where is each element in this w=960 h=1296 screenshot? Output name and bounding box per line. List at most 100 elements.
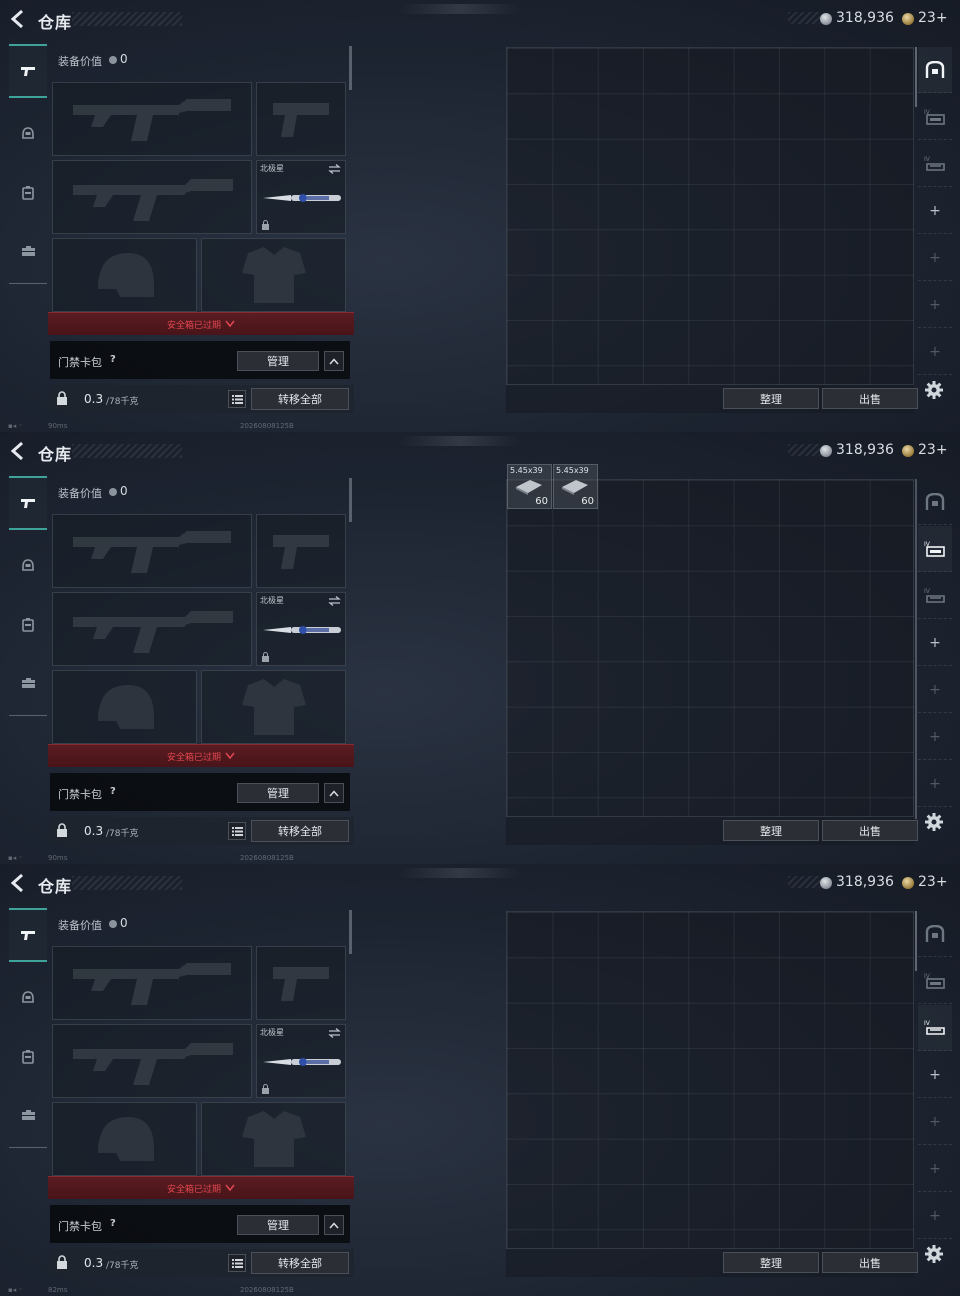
stash-tab-2[interactable]: IV <box>918 526 952 572</box>
safebox-expired-bar[interactable]: 安全箱已过期 <box>48 312 354 335</box>
list-view-button[interactable] <box>228 390 246 408</box>
manage-button[interactable]: 管理 <box>237 783 319 803</box>
transfer-all-button[interactable]: 转移全部 <box>251 1252 349 1274</box>
backpack-icon <box>22 617 34 632</box>
help-icon[interactable]: ? <box>110 786 116 797</box>
category-backpack[interactable] <box>9 165 47 219</box>
category-armor[interactable] <box>9 970 47 1024</box>
helmet-slot[interactable] <box>52 1102 197 1176</box>
manage-button[interactable]: 管理 <box>237 351 319 371</box>
category-weapons[interactable] <box>9 476 47 530</box>
melee-slot[interactable]: 北极星 <box>256 1024 346 1098</box>
category-case[interactable] <box>9 1088 47 1142</box>
safebox-expired-bar[interactable]: 安全箱已过期 <box>48 1176 354 1199</box>
vest-slot[interactable] <box>201 670 346 744</box>
list-view-button[interactable] <box>228 1254 246 1272</box>
collapse-button[interactable] <box>324 1215 344 1235</box>
help-icon[interactable]: ? <box>110 354 116 365</box>
collapse-button[interactable] <box>324 351 344 371</box>
pistol-slot[interactable] <box>256 946 346 1020</box>
stash-scrollbar[interactable] <box>915 47 917 107</box>
gold-coin-icon <box>902 13 914 25</box>
helmet-slot[interactable] <box>52 670 197 744</box>
tidy-button[interactable]: 整理 <box>723 388 819 409</box>
manage-button[interactable]: 管理 <box>237 1215 319 1235</box>
melee-slot[interactable]: 北极星 <box>256 160 346 234</box>
vest-slot[interactable] <box>201 1102 346 1176</box>
stash-grid[interactable] <box>506 47 914 385</box>
secondary-weapon-slot[interactable] <box>52 592 252 666</box>
stash-item-ammo[interactable]: 5.45x39 60 <box>507 464 552 509</box>
swap-icon[interactable] <box>328 1028 341 1038</box>
category-case[interactable] <box>9 656 47 710</box>
primary-weapon-slot[interactable] <box>52 514 252 588</box>
transfer-all-button[interactable]: 转移全部 <box>251 388 349 410</box>
gold-balance[interactable]: 23+ <box>918 10 948 26</box>
sell-button[interactable]: 出售 <box>822 820 918 841</box>
stash-grid[interactable] <box>506 479 914 817</box>
stash-tab-main[interactable] <box>918 47 952 93</box>
stash-tab-2[interactable]: IV <box>918 94 952 140</box>
add-tab-button[interactable]: + <box>918 1052 952 1098</box>
collapse-button[interactable] <box>324 783 344 803</box>
stash-grid[interactable] <box>506 911 914 1249</box>
equipment-scrollbar[interactable] <box>349 478 352 522</box>
add-tab-button[interactable]: + <box>918 620 952 666</box>
list-view-button[interactable] <box>228 822 246 840</box>
stash-tab-3[interactable]: IV <box>918 573 952 619</box>
gold-balance[interactable]: 23+ <box>918 442 948 458</box>
pistol-slot[interactable] <box>256 82 346 156</box>
stash-tab-2[interactable]: IV <box>918 958 952 1004</box>
stash-tab-3[interactable]: IV <box>918 141 952 187</box>
swap-icon[interactable] <box>328 596 341 606</box>
gear-icon[interactable] <box>924 1244 944 1264</box>
back-arrow-icon[interactable] <box>9 441 27 461</box>
secondary-weapon-slot[interactable] <box>52 1024 252 1098</box>
tidy-button[interactable]: 整理 <box>723 820 819 841</box>
sell-button[interactable]: 出售 <box>822 388 918 409</box>
stash-scrollbar[interactable] <box>915 479 917 819</box>
sell-button[interactable]: 出售 <box>822 1252 918 1273</box>
secondary-weapon-slot[interactable] <box>52 160 252 234</box>
help-icon[interactable]: ? <box>110 1218 116 1229</box>
stash-tab-3[interactable]: IV <box>918 1005 952 1051</box>
keycard-bar: 门禁卡包 ? 管理 <box>50 773 350 811</box>
helmet-slot[interactable] <box>52 238 197 312</box>
category-case[interactable] <box>9 224 47 278</box>
add-tab-slot: + <box>918 1146 952 1192</box>
ammo-count: 60 <box>535 496 548 507</box>
gear-icon[interactable] <box>924 380 944 400</box>
vest-slot[interactable] <box>201 238 346 312</box>
swap-icon[interactable] <box>328 164 341 174</box>
stash-tab-main[interactable] <box>918 479 952 525</box>
melee-slot[interactable]: 北极星 <box>256 592 346 666</box>
stash-scrollbar[interactable] <box>915 911 917 971</box>
build-number: 20260808125B <box>240 1286 294 1294</box>
stash-item-ammo[interactable]: 5.45x39 60 <box>553 464 598 509</box>
category-backpack[interactable] <box>9 597 47 651</box>
pistol-slot[interactable] <box>256 514 346 588</box>
safebox-expired-bar[interactable]: 安全箱已过期 <box>48 744 354 767</box>
category-backpack[interactable] <box>9 1029 47 1083</box>
tidy-button[interactable]: 整理 <box>723 1252 819 1273</box>
back-arrow-icon[interactable] <box>9 873 27 893</box>
add-tab-button[interactable]: + <box>918 188 952 234</box>
back-arrow-icon[interactable] <box>9 9 27 29</box>
category-weapons[interactable] <box>9 908 47 962</box>
category-armor[interactable] <box>9 538 47 592</box>
svg-text:IV: IV <box>924 1020 931 1027</box>
rifle-silhouette-icon <box>53 515 251 587</box>
primary-weapon-slot[interactable] <box>52 82 252 156</box>
gold-balance[interactable]: 23+ <box>918 874 948 890</box>
keycard-bar: 门禁卡包 ? 管理 <box>50 1205 350 1243</box>
equipment-scrollbar[interactable] <box>349 46 352 90</box>
equipment-scrollbar[interactable] <box>349 910 352 954</box>
stash-tab-main[interactable] <box>918 911 952 957</box>
category-weapons[interactable] <box>9 44 47 98</box>
weight-current: 0.3 <box>84 1256 104 1270</box>
gear-icon[interactable] <box>924 812 944 832</box>
primary-weapon-slot[interactable] <box>52 946 252 1020</box>
ammo-caliber: 5.45x39 <box>510 466 543 475</box>
category-armor[interactable] <box>9 106 47 160</box>
transfer-all-button[interactable]: 转移全部 <box>251 820 349 842</box>
